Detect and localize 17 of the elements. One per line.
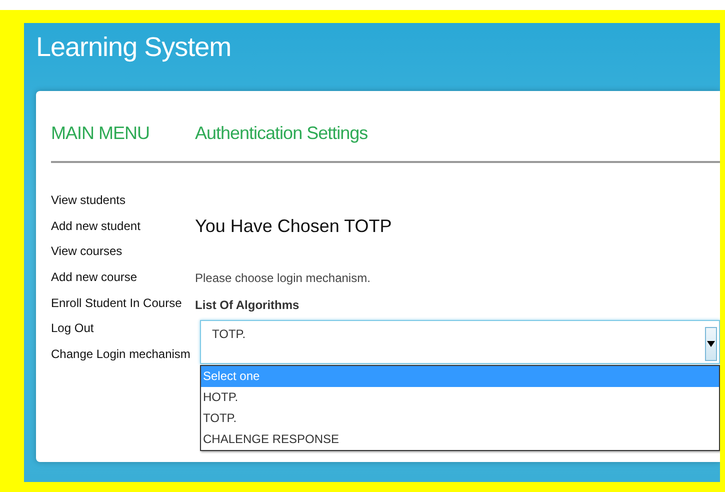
menu-link[interactable]: Log Out xyxy=(51,319,195,346)
page-heading: Authentication Settings xyxy=(195,123,368,145)
dropdown-option[interactable]: HOTP. xyxy=(201,387,719,408)
menu-link[interactable]: Add new student xyxy=(51,216,195,242)
menu-heading: MAIN MENU xyxy=(51,123,150,145)
instruction-text: Please choose login mechanism. xyxy=(195,271,372,287)
menu-link[interactable]: Change Login mechanism xyxy=(51,345,195,371)
dropdown-option[interactable]: TOTP. xyxy=(201,408,719,429)
site-title: Learning System xyxy=(36,31,232,64)
chosen-heading: You Have Chosen TOTP xyxy=(195,216,393,238)
menu-link[interactable]: View courses xyxy=(51,242,195,268)
menu-link[interactable]: Enroll Student In Course xyxy=(51,294,195,320)
field-label: List Of Algorithms xyxy=(195,298,300,314)
dropdown-option[interactable]: CHALENGE RESPONSE xyxy=(201,429,719,450)
menu-link[interactable]: View students xyxy=(51,191,195,217)
menu-link[interactable]: Add new course xyxy=(51,268,195,294)
algorithm-select[interactable]: TOTP. xyxy=(200,320,720,364)
